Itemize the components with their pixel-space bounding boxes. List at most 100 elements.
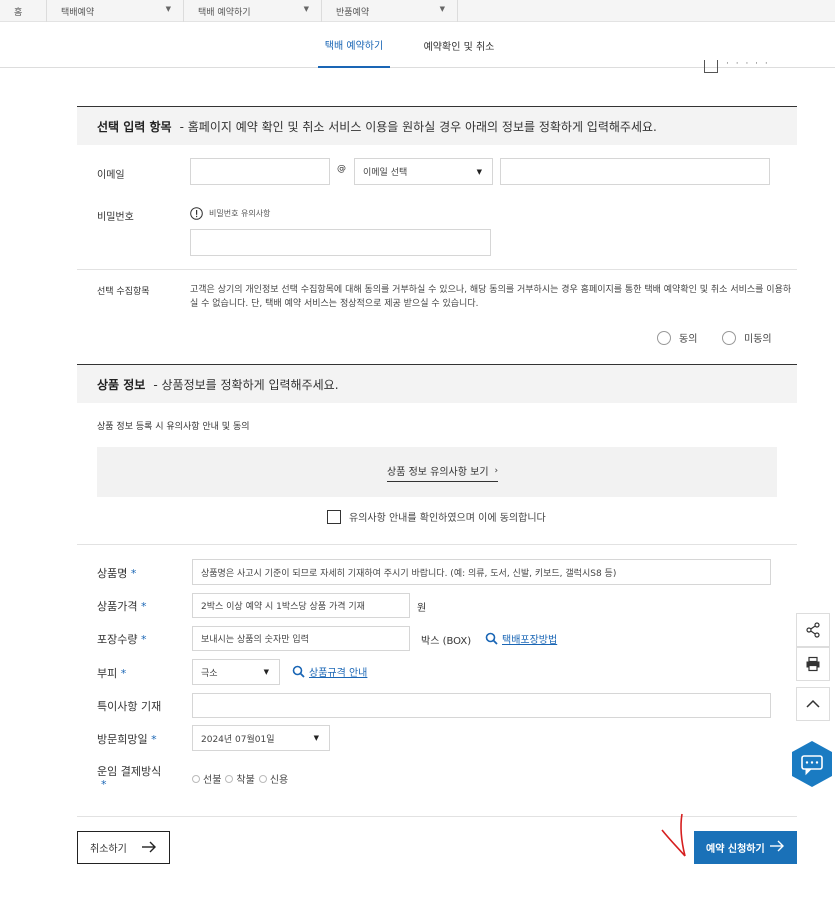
optional-section-header: 선택 입력 항목 - 홈페이지 예약 확인 및 취소 서비스 이용을 원하실 경… bbox=[77, 106, 797, 145]
volume-label-text: 부피 bbox=[97, 667, 118, 680]
product-spec-link-label: 상품규격 안내 bbox=[309, 668, 368, 679]
breadcrumb-level3[interactable]: 반품예약 ▼ bbox=[322, 0, 458, 22]
caret-down-icon: ▼ bbox=[313, 734, 319, 742]
section-title: 상품 정보 bbox=[97, 377, 146, 392]
submit-reservation-button[interactable]: 예약 신청하기 bbox=[694, 831, 797, 864]
email-domain-select-value: 이메일 선택 bbox=[363, 168, 408, 178]
volume-label: 부피 * bbox=[97, 665, 126, 681]
payment-prepaid-radio[interactable]: 선불 bbox=[192, 771, 221, 786]
cancel-button-label: 취소하기 bbox=[90, 844, 127, 855]
payment-prepaid-label: 선불 bbox=[203, 775, 222, 786]
product-price-label: 상품가격 * bbox=[97, 598, 146, 614]
agree-radio[interactable]: 동의 bbox=[657, 330, 697, 345]
required-mark: * bbox=[130, 567, 137, 580]
special-note-input[interactable] bbox=[192, 693, 771, 718]
pack-qty-unit: 박스 (BOX) bbox=[421, 636, 472, 647]
product-price-input[interactable]: 2박스 이상 예약 시 1박스당 상품 가격 기재 bbox=[192, 593, 410, 618]
email-at: @ bbox=[337, 164, 346, 174]
divider bbox=[77, 544, 797, 545]
pack-qty-input[interactable]: 보내시는 상품의 숫자만 입력 bbox=[192, 626, 410, 651]
email-id-input[interactable] bbox=[190, 158, 330, 185]
pack-method-link[interactable]: 택배포장방법 bbox=[485, 631, 557, 646]
section-title: 선택 입력 항목 bbox=[97, 119, 172, 134]
breadcrumb-level3-label: 반품예약 bbox=[336, 7, 370, 18]
checkbox-box bbox=[327, 509, 341, 524]
consent-label: 선택 수집항목 bbox=[97, 287, 150, 297]
radio-circle bbox=[722, 330, 736, 345]
email-domain-input[interactable] bbox=[500, 158, 770, 185]
email-label: 이메일 bbox=[97, 170, 125, 181]
chat-button[interactable] bbox=[792, 741, 832, 794]
disagree-radio[interactable]: 미동의 bbox=[722, 330, 772, 345]
search-icon bbox=[292, 665, 305, 678]
tab-check-cancel[interactable]: 예약확인 및 취소 bbox=[414, 22, 504, 68]
product-name-label-text: 상품명 bbox=[97, 567, 128, 580]
visit-date-label: 방문희망일 * bbox=[97, 731, 157, 747]
share-icon bbox=[806, 622, 820, 638]
pack-qty-label: 포장수량 * bbox=[97, 631, 146, 647]
info-icon bbox=[190, 207, 203, 220]
notice-confirm-label: 유의사항 안내를 확인하였으며 이에 동의합니다 bbox=[349, 513, 546, 524]
radio-circle bbox=[258, 774, 267, 783]
notice-confirm-checkbox[interactable]: 유의사항 안내를 확인하였으며 이에 동의합니다 bbox=[327, 509, 546, 524]
chevron-down-icon: ▼ bbox=[165, 5, 171, 13]
payment-label-text: 운임 결제방식 bbox=[97, 765, 162, 778]
tab-reserve[interactable]: 택배 예약하기 bbox=[318, 22, 390, 68]
product-notice-link[interactable]: 상품 정보 유의사항 보기 › bbox=[387, 463, 499, 482]
payment-credit-label: 신용 bbox=[269, 775, 289, 786]
radio-circle bbox=[657, 330, 671, 345]
breadcrumb: 홈 택배예약 ▼ 택배 예약하기 ▼ 반품예약 ▼ bbox=[0, 0, 835, 22]
breadcrumb-level1[interactable]: 택배예약 ▼ bbox=[47, 0, 184, 22]
pack-qty-label-text: 포장수량 bbox=[97, 633, 138, 646]
required-mark: * bbox=[101, 778, 107, 791]
product-notice-link-label: 상품 정보 유의사항 보기 bbox=[387, 467, 489, 478]
breadcrumb-home[interactable]: 홈 bbox=[0, 0, 47, 22]
payment-options: 선불 착불 신용 bbox=[192, 771, 288, 786]
print-button[interactable] bbox=[796, 647, 830, 681]
special-note-label: 특이사항 기재 bbox=[97, 700, 162, 713]
scroll-top-button[interactable] bbox=[796, 687, 830, 721]
product-section-header: 상품 정보 - 상품정보를 정확하게 입력해주세요. bbox=[77, 364, 797, 403]
volume-select[interactable]: 극소 ▼ bbox=[192, 659, 280, 685]
required-mark: * bbox=[151, 733, 157, 746]
required-mark: * bbox=[120, 667, 127, 680]
section-desc: - 홈페이지 예약 확인 및 취소 서비스 이용을 원하실 경우 아래의 정보를… bbox=[179, 119, 657, 134]
product-name-label: 상품명 * bbox=[97, 565, 136, 581]
payment-credit-radio[interactable]: 신용 bbox=[258, 771, 289, 786]
share-button[interactable] bbox=[796, 613, 830, 647]
arrow-right-icon bbox=[770, 840, 784, 852]
payment-label: 운임 결제방식 * bbox=[97, 765, 177, 791]
email-domain-select[interactable]: 이메일 선택 ▼ bbox=[354, 158, 493, 185]
caret-down-icon: ▼ bbox=[476, 167, 482, 176]
partial-text: · · · · · bbox=[726, 59, 770, 69]
product-spec-link[interactable]: 상품규격 안내 bbox=[292, 664, 367, 679]
required-mark: * bbox=[140, 633, 147, 646]
password-notice[interactable]: 비밀번호 유의사항 bbox=[190, 207, 270, 220]
agree-label: 동의 bbox=[679, 334, 698, 345]
password-notice-text: 비밀번호 유의사항 bbox=[209, 209, 271, 218]
payment-cod-radio[interactable]: 착불 bbox=[225, 771, 255, 786]
cancel-button[interactable]: 취소하기 bbox=[77, 831, 170, 864]
chevron-right-icon: › bbox=[494, 465, 499, 476]
breadcrumb-home-label: 홈 bbox=[14, 7, 23, 18]
section-desc: - 상품정보를 정확하게 입력해주세요. bbox=[153, 377, 339, 392]
radio-circle bbox=[192, 774, 200, 783]
password-label: 비밀번호 bbox=[97, 212, 134, 223]
print-icon bbox=[806, 656, 820, 672]
password-input[interactable] bbox=[190, 229, 491, 256]
submit-button-label: 예약 신청하기 bbox=[706, 844, 765, 855]
pack-method-link-label: 택배포장방법 bbox=[502, 635, 558, 646]
caret-down-icon: ▼ bbox=[263, 668, 269, 676]
product-name-input[interactable]: 상품명은 사고시 기준이 되므로 자세히 기재하여 주시기 바랍니다. (예: … bbox=[192, 559, 771, 585]
breadcrumb-level1-label: 택배예약 bbox=[61, 7, 95, 18]
visit-date-select[interactable]: 2024년 07월01일 ▼ bbox=[192, 725, 330, 751]
chevron-down-icon: ▼ bbox=[303, 5, 309, 13]
chat-icon bbox=[792, 741, 832, 787]
required-mark: * bbox=[140, 600, 147, 613]
product-price-label-text: 상품가격 bbox=[97, 600, 138, 613]
print-icon bbox=[704, 60, 718, 73]
breadcrumb-level2[interactable]: 택배 예약하기 ▼ bbox=[184, 0, 322, 22]
chevron-up-icon bbox=[806, 699, 820, 708]
price-unit: 원 bbox=[417, 603, 427, 614]
arrow-right-icon bbox=[142, 841, 156, 853]
